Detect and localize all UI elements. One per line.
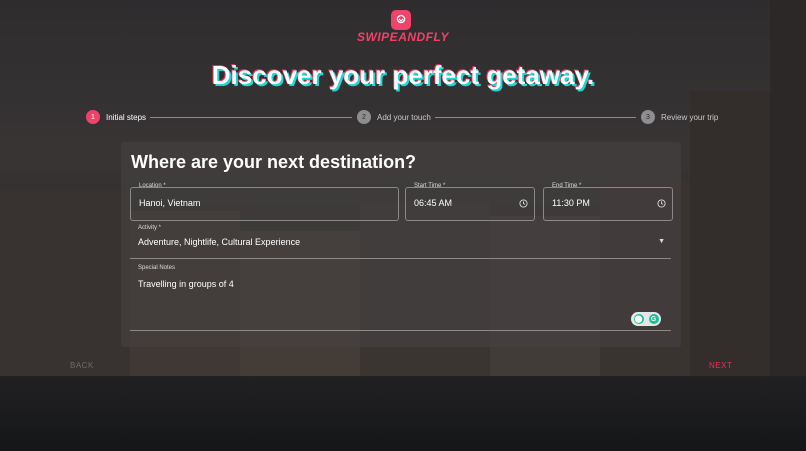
activity-label: Activity * xyxy=(138,225,162,231)
step-connector xyxy=(150,117,352,118)
end-time-label: End Time * xyxy=(552,183,582,189)
step-add-touch: 2 Add your touch xyxy=(357,110,431,124)
form-title: Where are your next destination? xyxy=(131,152,417,172)
start-time-label: Start Time * xyxy=(414,183,446,189)
location-field[interactable]: Location * Hanoi, Vietnam xyxy=(130,183,399,221)
activity-select[interactable]: Activity * Adventure, Nightlife, Cultura… xyxy=(130,225,671,259)
grammarly-icon[interactable]: G xyxy=(648,314,659,324)
clock-icon[interactable] xyxy=(657,199,666,210)
step-label: Review your trip xyxy=(661,112,719,122)
location-pin-icon[interactable]: ⬤ xyxy=(633,314,644,324)
brand-logo-text[interactable]: SWIPEANDFLY xyxy=(0,30,806,44)
location-value: Hanoi, Vietnam xyxy=(139,198,201,208)
step-label: Add your touch xyxy=(377,112,431,122)
step-number: 2 xyxy=(357,110,371,124)
notes-value: Travelling in groups of 4 xyxy=(138,279,234,289)
caret-down-icon[interactable]: ▼ xyxy=(658,238,665,245)
step-number: 3 xyxy=(641,110,655,124)
step-label: Initial steps xyxy=(106,112,147,122)
activity-value: Adventure, Nightlife, Cultural Experienc… xyxy=(138,237,301,247)
location-label: Location * xyxy=(139,183,166,189)
end-time-value: 11:30 PM xyxy=(552,198,590,208)
clock-icon[interactable] xyxy=(519,199,528,210)
notes-label: Special Notes xyxy=(138,265,176,271)
start-time-value: 06:45 AM xyxy=(414,198,453,208)
step-number: 1 xyxy=(86,110,100,124)
step-initial: 1 Initial steps xyxy=(86,110,146,124)
step-connector xyxy=(435,117,636,118)
step-review: 3 Review your trip xyxy=(641,110,718,124)
start-time-field[interactable]: Start Time * 06:45 AM xyxy=(405,183,535,221)
end-time-field[interactable]: End Time * 11:30 PM xyxy=(543,183,673,221)
destination-form-card: Where are your next destination? Locatio… xyxy=(121,142,681,347)
hero-title: Discover your perfect getaway. xyxy=(211,60,595,90)
grammarly-widget[interactable]: ⬤ G xyxy=(631,312,661,326)
next-button[interactable]: NEXT xyxy=(709,361,732,370)
back-button[interactable]: BACK xyxy=(70,361,94,370)
stepper: 1 Initial steps 2 Add your touch 3 Revie… xyxy=(86,110,718,126)
heart-pin-icon xyxy=(391,10,411,30)
special-notes-textarea[interactable]: Special Notes Travelling in groups of 4 xyxy=(130,265,671,331)
